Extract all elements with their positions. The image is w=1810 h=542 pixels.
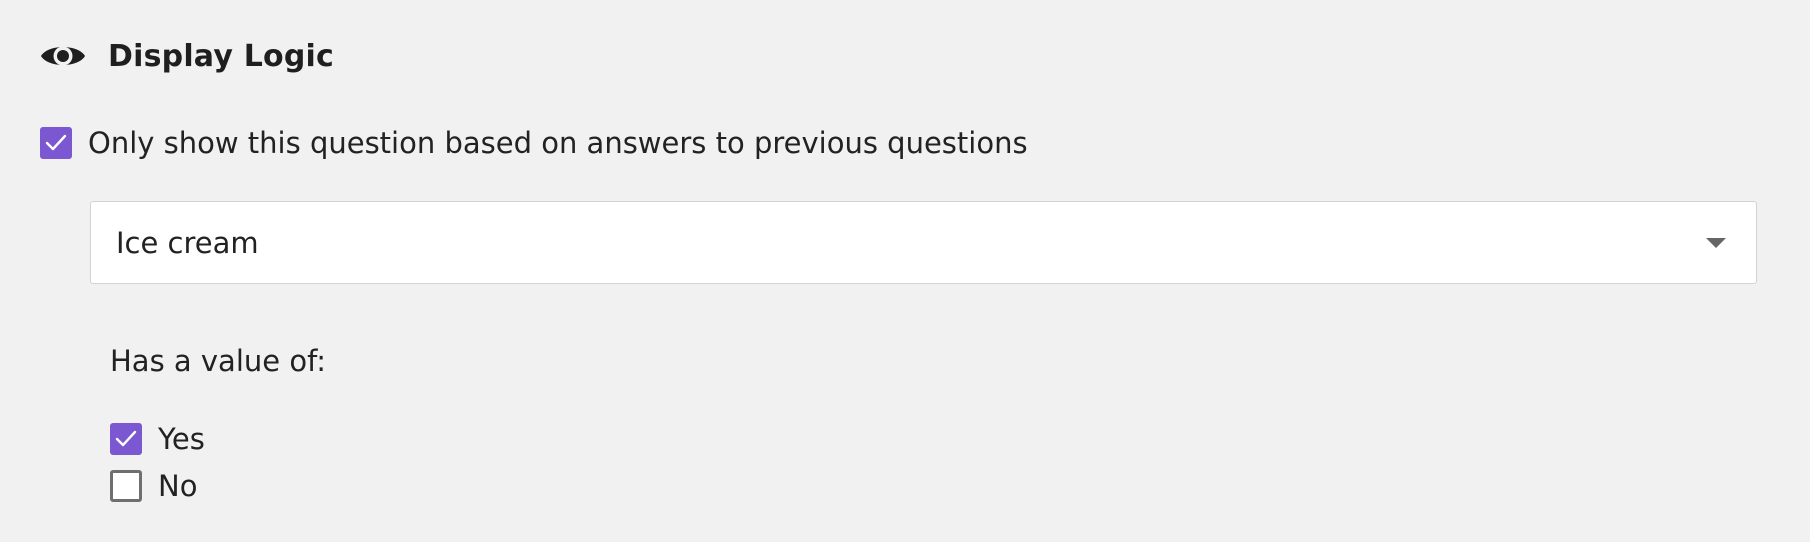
show-question-label: Only show this question based on answers…	[88, 126, 1028, 160]
checkmark-icon	[45, 134, 67, 151]
option-yes-checkbox[interactable]	[110, 423, 142, 455]
question-select[interactable]: Ice cream	[90, 201, 1757, 284]
checkmark-icon	[115, 430, 137, 447]
option-no-checkbox[interactable]	[110, 470, 142, 502]
question-select-value: Ice cream	[116, 225, 259, 260]
option-no-label: No	[158, 469, 198, 503]
option-no[interactable]: No	[110, 469, 197, 503]
section-title: Display Logic	[108, 38, 334, 74]
option-yes-label: Yes	[158, 422, 205, 456]
section-header: Display Logic	[40, 34, 334, 78]
show-question-toggle[interactable]: Only show this question based on answers…	[40, 126, 1028, 160]
has-value-label: Has a value of:	[110, 344, 327, 378]
option-yes[interactable]: Yes	[110, 422, 205, 456]
show-question-checkbox[interactable]	[40, 127, 72, 159]
eye-icon	[40, 41, 86, 71]
caret-down-icon	[1706, 238, 1726, 248]
